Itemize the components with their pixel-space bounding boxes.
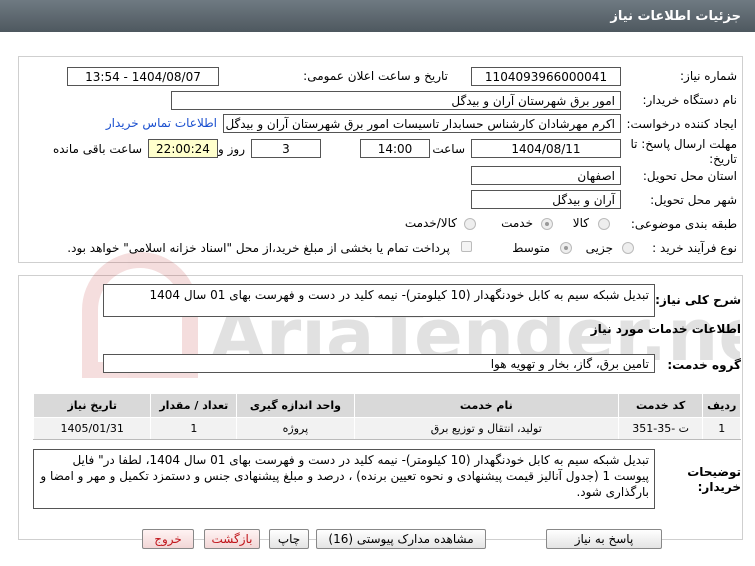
city-label: شهر محل تحویل: — [650, 193, 737, 207]
process-type-label: نوع فرآیند خرید : — [652, 241, 737, 255]
summary-label: شرح کلی نیاز: — [655, 293, 741, 307]
services-table: ردیف کد خدمت نام خدمت واحد اندازه گیری ت… — [32, 393, 741, 440]
buyer-org-field: امور برق شهرستان آران و بیدگل — [171, 91, 621, 110]
process-radio-minor[interactable] — [622, 242, 634, 254]
category-option-goods: کالا — [572, 216, 589, 230]
time-remaining-label: ساعت باقی مانده — [52, 142, 142, 156]
announce-date-field: 1404/08/07 - 13:54 — [67, 67, 219, 86]
deadline-date-field: 1404/08/11 — [471, 139, 621, 158]
process-option-minor: جزیی — [585, 241, 613, 255]
services-title: اطلاعات خدمات مورد نیاز — [590, 322, 741, 336]
category-option-goods-service: کالا/خدمت — [404, 216, 457, 230]
page-header: جزئیات اطلاعات نیاز — [0, 0, 755, 32]
page-title: جزئیات اطلاعات نیاز — [610, 8, 741, 24]
need-number-field: 1104093966000041 — [471, 67, 621, 86]
col-service-name: نام خدمت — [353, 393, 619, 418]
category-label: طبقه بندی موضوعی: — [630, 217, 737, 231]
table-row: 1 ت -35-351 تولید، انتقال و توزیع برق پر… — [32, 417, 741, 440]
buyer-notes-label-2: خریدار: — [697, 480, 741, 494]
print-button[interactable]: چاپ — [269, 529, 309, 549]
col-quantity: تعداد / مقدار — [150, 393, 238, 418]
deadline-time-label: ساعت — [432, 142, 465, 156]
time-remaining-field: 22:00:24 — [148, 139, 218, 158]
service-group-field: تامین برق، گاز، بخار و تهویه هوا — [103, 354, 655, 373]
deadline-label: مهلت ارسال پاسخ: تا — [630, 137, 737, 151]
attachments-button[interactable]: مشاهده مدارک پیوستی (16) — [316, 529, 486, 549]
category-radio-service[interactable] — [541, 218, 553, 230]
creator-field: اکرم مهرشادان کارشناس حسابدار تاسیسات ام… — [223, 114, 621, 133]
exit-button[interactable]: خروج — [142, 529, 194, 549]
category-option-service: خدمت — [501, 216, 533, 230]
days-remaining-field: 3 — [251, 139, 321, 158]
category-radio-goods-service[interactable] — [464, 218, 476, 230]
cell-service-name: تولید، انتقال و توزیع برق — [353, 417, 619, 440]
cell-unit: پروژه — [236, 417, 355, 440]
col-row-number: ردیف — [702, 393, 741, 418]
reply-button[interactable]: پاسخ به نیاز — [546, 529, 662, 549]
need-info-panel — [18, 56, 743, 263]
service-group-label: گروه خدمت: — [667, 358, 741, 372]
city-field: آران و بیدگل — [471, 190, 621, 209]
buyer-contact-link[interactable]: اطلاعات تماس خریدار — [106, 116, 217, 130]
table-header-row: ردیف کد خدمت نام خدمت واحد اندازه گیری ت… — [32, 393, 741, 418]
col-need-date: تاریخ نیاز — [32, 393, 152, 418]
days-label: روز و — [218, 142, 245, 156]
summary-field: تبدیل شبکه سیم به کابل خودنگهدار (10 کیل… — [103, 284, 655, 317]
treasury-bonds-checkbox[interactable] — [461, 241, 472, 252]
announce-date-label: تاریخ و ساعت اعلان عمومی: — [303, 69, 448, 83]
back-button[interactable]: بازگشت — [204, 529, 260, 549]
treasury-bonds-note: پرداخت تمام یا بخشی از مبلغ خرید،از محل … — [67, 241, 450, 255]
col-service-code: کد خدمت — [617, 393, 704, 418]
buyer-notes-label: توضیحات — [687, 465, 741, 479]
buyer-org-label: نام دستگاه خریدار: — [642, 93, 738, 107]
creator-label: ایجاد کننده درخواست: — [626, 117, 737, 131]
deadline-label-date: تاریخ: — [709, 152, 737, 166]
cell-need-date: 1405/01/31 — [32, 417, 152, 440]
cell-service-code: ت -35-351 — [617, 417, 704, 440]
cell-quantity: 1 — [150, 417, 238, 440]
process-option-medium: متوسط — [512, 241, 550, 255]
buyer-notes-field: تبدیل شبکه سیم به کابل خودنگهدار (10 کیل… — [33, 449, 655, 509]
province-label: استان محل تحویل: — [642, 169, 737, 183]
deadline-time-field: 14:00 — [360, 139, 430, 158]
col-unit: واحد اندازه گیری — [236, 393, 355, 418]
category-radio-goods[interactable] — [598, 218, 610, 230]
cell-row-number: 1 — [702, 417, 741, 440]
province-field: اصفهان — [471, 166, 621, 185]
need-number-label: شماره نیاز: — [680, 69, 737, 83]
process-radio-medium[interactable] — [560, 242, 572, 254]
